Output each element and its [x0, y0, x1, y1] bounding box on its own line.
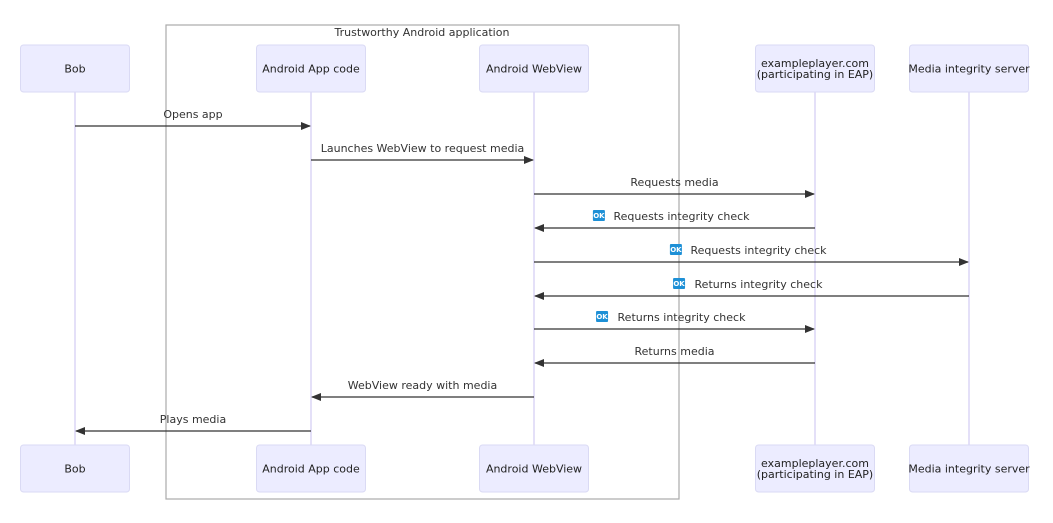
- message: Requests media: [534, 176, 815, 198]
- actor-example-bottom[interactable]: exampleplayer.com(participating in EAP): [755, 444, 875, 493]
- svg-text:OK: OK: [596, 313, 608, 321]
- actor-label: Media integrity server: [908, 463, 1030, 476]
- svg-text:OK: OK: [670, 246, 682, 254]
- actor-media-top[interactable]: Media integrity server: [908, 44, 1030, 93]
- message-label: Plays media: [160, 413, 226, 426]
- message-label: Requests integrity check: [613, 210, 750, 223]
- message-label: Returns integrity check: [618, 311, 747, 324]
- actor-webview-bottom[interactable]: Android WebView: [479, 444, 589, 493]
- message: WebView ready with media: [311, 379, 534, 401]
- actor-label: (participating in EAP): [757, 468, 873, 481]
- actor-app-bottom[interactable]: Android App code: [256, 444, 366, 493]
- actor-label: Bob: [64, 63, 85, 76]
- sequence-diagram: Trustworthy Android application Bob Bob An…: [20, 24, 1030, 500]
- message-label: Opens app: [163, 108, 222, 121]
- ok-badge-icon: OK: [596, 311, 608, 322]
- svg-text:OK: OK: [593, 212, 605, 220]
- svg-text:OK: OK: [673, 280, 685, 288]
- actor-webview-top[interactable]: Android WebView: [479, 44, 589, 93]
- actor-label: (participating in EAP): [757, 68, 873, 81]
- actor-label: Android WebView: [486, 63, 582, 76]
- message: Returns media: [534, 345, 815, 367]
- group-label: Trustworthy Android application: [334, 26, 510, 39]
- message: Requests integrity check OK: [534, 210, 815, 232]
- message-label: Returns integrity check: [695, 278, 824, 291]
- actor-label: Bob: [64, 463, 85, 476]
- message: Requests integrity check OK: [534, 244, 969, 266]
- actor-app-top[interactable]: Android App code: [256, 44, 366, 93]
- message: Returns integrity check OK: [534, 311, 815, 333]
- message: Launches WebView to request media: [311, 142, 534, 164]
- message-label: Requests media: [630, 176, 718, 189]
- ok-badge-icon: OK: [673, 278, 685, 289]
- actor-label: Android WebView: [486, 463, 582, 476]
- message-label: Requests integrity check: [690, 244, 827, 257]
- message-label: Launches WebView to request media: [321, 142, 525, 155]
- actor-label: Media integrity server: [908, 63, 1030, 76]
- actor-label: Android App code: [262, 463, 360, 476]
- actor-bob-top[interactable]: Bob: [20, 44, 130, 93]
- ok-badge-icon: OK: [592, 210, 605, 221]
- message: Opens app: [75, 108, 311, 130]
- message: Returns integrity check OK: [534, 278, 969, 300]
- message: Plays media: [75, 413, 311, 435]
- ok-badge-icon: OK: [669, 244, 682, 255]
- actor-media-bottom[interactable]: Media integrity server: [908, 444, 1030, 493]
- actor-label: Android App code: [262, 63, 360, 76]
- message-label: WebView ready with media: [348, 379, 497, 392]
- message-label: Returns media: [635, 345, 715, 358]
- actor-bob-bottom[interactable]: Bob: [20, 444, 130, 493]
- actor-example-top[interactable]: exampleplayer.com(participating in EAP): [755, 44, 875, 93]
